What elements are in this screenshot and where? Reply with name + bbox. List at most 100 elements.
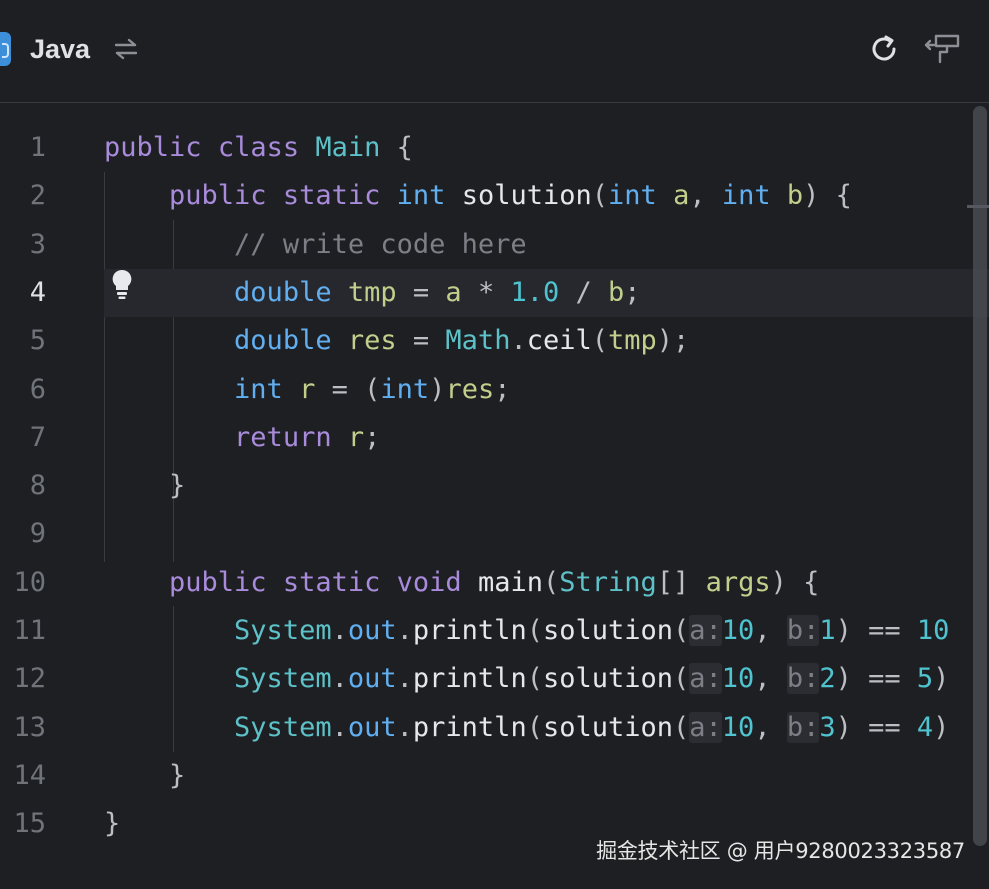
code-token: ( bbox=[673, 615, 690, 646]
code-line[interactable]: 3 // write code here bbox=[0, 221, 989, 269]
code-line[interactable]: 12 System.out.println(solution(a:10, b:2… bbox=[0, 655, 989, 703]
code-token: String bbox=[559, 566, 657, 598]
line-number: 2 bbox=[29, 180, 46, 212]
vertical-scrollbar[interactable] bbox=[973, 106, 987, 846]
code-line[interactable]: 4 double tmp = a * 1.0 / b; bbox=[0, 268, 989, 317]
code-text: System.out.println(solution(a:10, b:3) =… bbox=[104, 704, 949, 752]
code-token: ( bbox=[542, 566, 560, 598]
editor-header: Java bbox=[0, 0, 989, 103]
code-token: System bbox=[234, 711, 332, 743]
parameter-hint: a: bbox=[689, 615, 722, 646]
code-token: Main bbox=[315, 132, 381, 163]
code-token: double bbox=[234, 325, 332, 357]
code-token: ( bbox=[591, 325, 609, 357]
code-line[interactable]: 14 } bbox=[0, 752, 989, 800]
code-token: Math bbox=[445, 325, 511, 357]
code-token: a bbox=[673, 180, 690, 212]
code-token: double bbox=[234, 276, 332, 308]
watermark: 掘金技术社区 @ 用户9280023323587 bbox=[596, 839, 965, 863]
code-token: println bbox=[412, 615, 527, 646]
code-token: 4 bbox=[916, 711, 934, 743]
code-editor-window: Java 1 public class Main {2 public static… bbox=[0, 0, 989, 889]
code-text: } bbox=[104, 752, 185, 800]
code-line[interactable]: 1 public class Main { bbox=[0, 124, 989, 172]
code-token: static bbox=[282, 180, 381, 212]
lightbulb-icon[interactable] bbox=[110, 268, 134, 302]
code-token: , bbox=[754, 663, 787, 695]
parameter-hint: a: bbox=[689, 663, 722, 695]
code-token: ) == bbox=[835, 615, 917, 646]
code-token: } bbox=[104, 808, 121, 840]
code-text: public class Main { bbox=[104, 124, 413, 172]
code-line[interactable]: 9 bbox=[0, 510, 989, 558]
code-token: 1.0 bbox=[510, 276, 560, 308]
code-token: 10 bbox=[721, 615, 755, 646]
line-number: 10 bbox=[13, 566, 46, 598]
code-token: . bbox=[396, 615, 413, 646]
code-line[interactable]: 5 double res = Math.ceil(tmp); bbox=[0, 317, 989, 365]
scroll-marker bbox=[967, 205, 989, 208]
line-number: 15 bbox=[13, 808, 46, 840]
code-token: ); bbox=[656, 325, 690, 357]
code-token: ) bbox=[933, 663, 950, 695]
code-token: , bbox=[754, 615, 787, 646]
code-token: int bbox=[234, 373, 283, 405]
refresh-icon[interactable] bbox=[868, 33, 900, 65]
code-token: . bbox=[331, 711, 348, 743]
code-token: ( bbox=[673, 711, 690, 743]
code-token: = ( bbox=[315, 373, 381, 405]
code-token: ( bbox=[526, 711, 543, 743]
code-token: // write code here bbox=[234, 228, 527, 260]
code-token: class bbox=[217, 132, 300, 163]
code-token: public bbox=[169, 180, 267, 212]
code-token: args bbox=[705, 566, 771, 598]
code-text: System.out.println(solution(a:10, b:2) =… bbox=[104, 655, 949, 703]
code-token: = bbox=[396, 276, 446, 308]
code-line[interactable]: 2 public static int solution(int a, int … bbox=[0, 172, 989, 220]
line-number: 12 bbox=[13, 663, 46, 695]
code-token: ) == bbox=[835, 711, 917, 743]
format-icon[interactable] bbox=[924, 32, 964, 66]
code-token: int bbox=[608, 180, 657, 212]
code-text: int r = (int)res; bbox=[104, 366, 510, 414]
code-line[interactable]: 10 public static void main(String[] args… bbox=[0, 559, 989, 607]
code-token: ) bbox=[429, 373, 446, 405]
code-line[interactable]: 8 } bbox=[0, 462, 989, 510]
code-token: res bbox=[445, 373, 495, 405]
code-token: res bbox=[347, 325, 397, 357]
swap-icon[interactable] bbox=[112, 38, 140, 60]
code-token: 5 bbox=[916, 663, 934, 695]
code-line[interactable]: 11 System.out.println(solution(a:10, b:1… bbox=[0, 607, 989, 655]
parameter-hint: a: bbox=[689, 711, 722, 743]
code-token: ) bbox=[933, 711, 950, 743]
code-token: out bbox=[347, 711, 397, 743]
code-text: // write code here bbox=[104, 221, 527, 269]
code-line[interactable]: 7 return r; bbox=[0, 414, 989, 462]
code-area[interactable]: 1 public class Main {2 public static int … bbox=[0, 104, 989, 889]
language-selector[interactable]: Java bbox=[30, 30, 90, 68]
code-token: 10 bbox=[721, 663, 755, 695]
code-token: void bbox=[396, 566, 462, 598]
code-line[interactable]: 13 System.out.println(solution(a:10, b:3… bbox=[0, 704, 989, 752]
code-token: . bbox=[396, 711, 413, 743]
line-number: 14 bbox=[13, 759, 46, 791]
code-token: 10 bbox=[916, 615, 950, 646]
code-token: . bbox=[331, 615, 348, 646]
code-line[interactable]: 6 int r = (int)res; bbox=[0, 366, 989, 414]
java-lang-icon[interactable] bbox=[0, 32, 11, 66]
code-token: r bbox=[299, 373, 316, 405]
line-number: 11 bbox=[13, 615, 46, 646]
line-number: 4 bbox=[29, 276, 46, 308]
code-token: solution bbox=[461, 180, 592, 212]
